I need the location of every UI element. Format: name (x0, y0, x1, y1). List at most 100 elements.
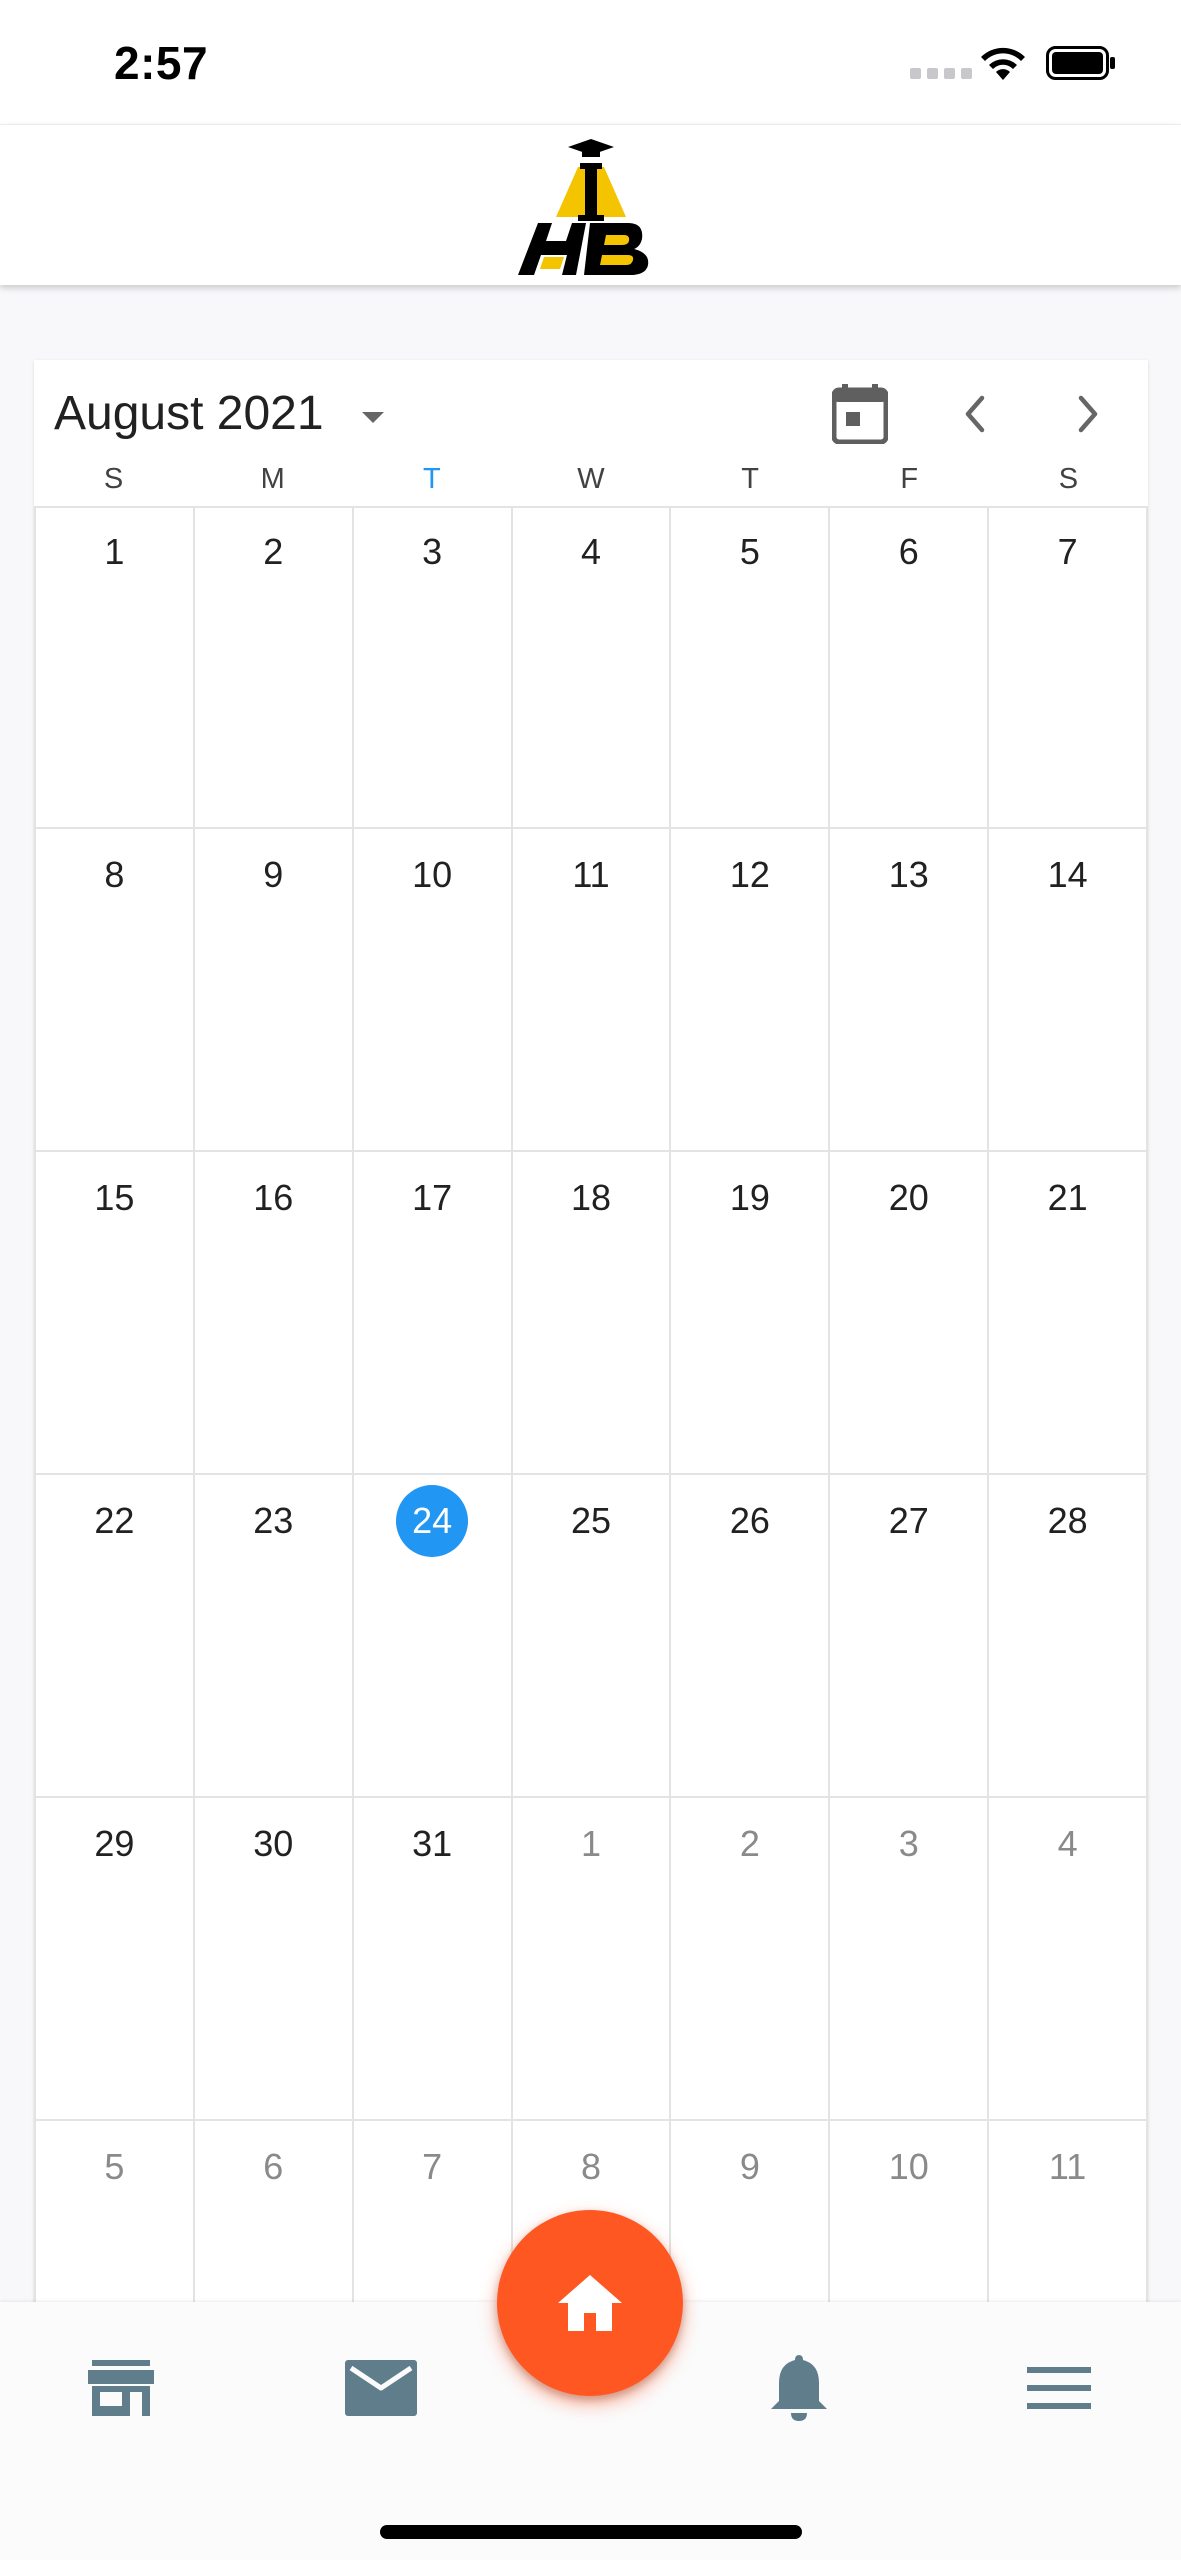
calendar-day[interactable]: 18 (513, 1152, 672, 1473)
calendar-week-row: 22 23 24 25 26 27 28 (34, 1475, 1148, 1798)
ihb-logo[interactable] (516, 137, 666, 277)
month-dropdown-caret-icon[interactable] (362, 412, 384, 423)
calendar-day[interactable]: 20 (830, 1152, 990, 1473)
calendar-day[interactable]: 2 (195, 506, 354, 827)
day-number: 10 (412, 854, 453, 895)
day-number: 28 (1047, 1500, 1088, 1541)
calendar-day[interactable]: 19 (671, 1152, 831, 1473)
day-number: 2 (739, 1823, 760, 1864)
day-number: 19 (729, 1177, 770, 1218)
calendar-day[interactable]: 1 (34, 506, 195, 827)
day-number: 5 (104, 2146, 125, 2187)
calendar-grid: 1 2 3 4 5 6 7 8 9 10 11 12 13 14 15 16 17 18 19 20 21 22 23 24 2… (34, 506, 1148, 2310)
calendar-day[interactable]: 9 (671, 2121, 831, 2310)
day-number: 14 (1047, 854, 1088, 895)
calendar-day[interactable]: 14 (989, 829, 1148, 1150)
day-number: 4 (580, 531, 602, 572)
calendar-day[interactable]: 2 (671, 1798, 831, 2119)
previous-month-chevron-icon[interactable] (945, 384, 1005, 444)
calendar-day[interactable]: 22 (34, 1475, 195, 1796)
calendar-day[interactable]: 1 (513, 1798, 672, 2119)
calendar-day[interactable]: 7 (354, 2121, 513, 2310)
month-title[interactable]: August 2021 (54, 386, 324, 441)
day-number: 18 (570, 1177, 612, 1218)
calendar-day[interactable]: 7 (989, 506, 1148, 827)
day-number: 3 (422, 531, 443, 572)
calendar-day[interactable]: 26 (671, 1475, 831, 1796)
calendar-day[interactable]: 17 (354, 1152, 513, 1473)
calendar-day[interactable]: 6 (830, 506, 990, 827)
calendar-day[interactable]: 5 (34, 2121, 195, 2310)
day-number: 30 (253, 1823, 294, 1864)
calendar-day[interactable]: 15 (34, 1152, 195, 1473)
calendar-day[interactable]: 8 (34, 829, 195, 1150)
home-fab-button[interactable] (497, 2210, 683, 2396)
day-number: 6 (263, 2146, 284, 2187)
calendar-day[interactable]: 31 (354, 1798, 513, 2119)
menu-icon[interactable] (1014, 2348, 1104, 2428)
day-number: 2 (263, 531, 284, 572)
calendar-day[interactable]: 23 (195, 1475, 354, 1796)
next-month-chevron-icon[interactable] (1058, 384, 1118, 444)
calendar-day[interactable]: 13 (830, 829, 990, 1150)
calendar-day[interactable]: 28 (989, 1475, 1148, 1796)
weekday-label: T (741, 463, 759, 495)
calendar-day[interactable]: 4 (989, 1798, 1148, 2119)
day-number: 20 (888, 1177, 929, 1218)
day-number: 7 (1057, 531, 1078, 572)
calendar-day[interactable]: 11 (989, 2121, 1148, 2310)
day-number: 8 (580, 2146, 602, 2187)
day-number: 16 (253, 1177, 294, 1218)
cellular-signal-icon (910, 68, 972, 79)
calendar-day[interactable]: 29 (34, 1798, 195, 2119)
status-time: 2:57 (114, 37, 209, 89)
battery-icon (1046, 46, 1115, 80)
day-number: 22 (94, 1500, 135, 1541)
calendar-day[interactable]: 5 (671, 506, 831, 827)
calendar-day[interactable]: 9 (195, 829, 354, 1150)
day-number: 12 (729, 854, 770, 895)
day-number: 11 (572, 854, 610, 895)
calendar-day[interactable]: 6 (195, 2121, 354, 2310)
weekday-label: S (103, 463, 124, 495)
calendar-day[interactable]: 12 (671, 829, 831, 1150)
day-number: 13 (888, 854, 929, 895)
weekday-label-today: T (422, 463, 441, 495)
weekday-header: S M T W T F S (34, 464, 1148, 508)
day-number: 17 (412, 1177, 453, 1218)
day-number: 27 (888, 1500, 929, 1541)
day-number: 10 (888, 2146, 929, 2187)
calendar-day[interactable]: 25 (513, 1475, 672, 1796)
calendar-card: August 2021 S M T W T F S 1 2 3 4 5 6 7 8 9 10 11 1… (34, 360, 1148, 2310)
day-number: 8 (104, 854, 125, 895)
app-header (0, 124, 1181, 285)
weekday-label: W (577, 463, 605, 495)
calendar-day-today[interactable]: 24 (354, 1475, 513, 1796)
calendar-day[interactable]: 10 (354, 829, 513, 1150)
day-number: 4 (1057, 1823, 1078, 1864)
calendar-week-row: 8 9 10 11 12 13 14 (34, 829, 1148, 1152)
calendar-day[interactable]: 30 (195, 1798, 354, 2119)
calendar-day[interactable]: 11 (513, 829, 672, 1150)
day-number: 29 (94, 1823, 135, 1864)
day-number: 1 (580, 1823, 602, 1864)
calendar-day[interactable]: 27 (830, 1475, 990, 1796)
day-number: 1 (104, 531, 125, 572)
calendar-day[interactable]: 16 (195, 1152, 354, 1473)
calendar-day[interactable]: 3 (354, 506, 513, 827)
calendar-day[interactable]: 10 (830, 2121, 990, 2310)
bell-icon[interactable] (754, 2348, 844, 2428)
calendar-day[interactable]: 4 (513, 506, 672, 827)
calendar-day[interactable]: 3 (830, 1798, 990, 2119)
day-number: 23 (253, 1500, 294, 1541)
calendar-toolbar: August 2021 (34, 360, 1148, 464)
mail-icon[interactable] (336, 2348, 426, 2428)
calendar-week-row: 29 30 31 1 2 3 4 (34, 1798, 1148, 2121)
calendar-day[interactable]: 21 (989, 1152, 1148, 1473)
store-icon[interactable] (76, 2348, 166, 2428)
calendar-today-icon[interactable] (830, 384, 890, 444)
weekday-label: M (260, 463, 285, 495)
home-indicator (380, 2525, 802, 2539)
day-number: 11 (1048, 2146, 1087, 2187)
calendar-week-row: 15 16 17 18 19 20 21 (34, 1152, 1148, 1475)
